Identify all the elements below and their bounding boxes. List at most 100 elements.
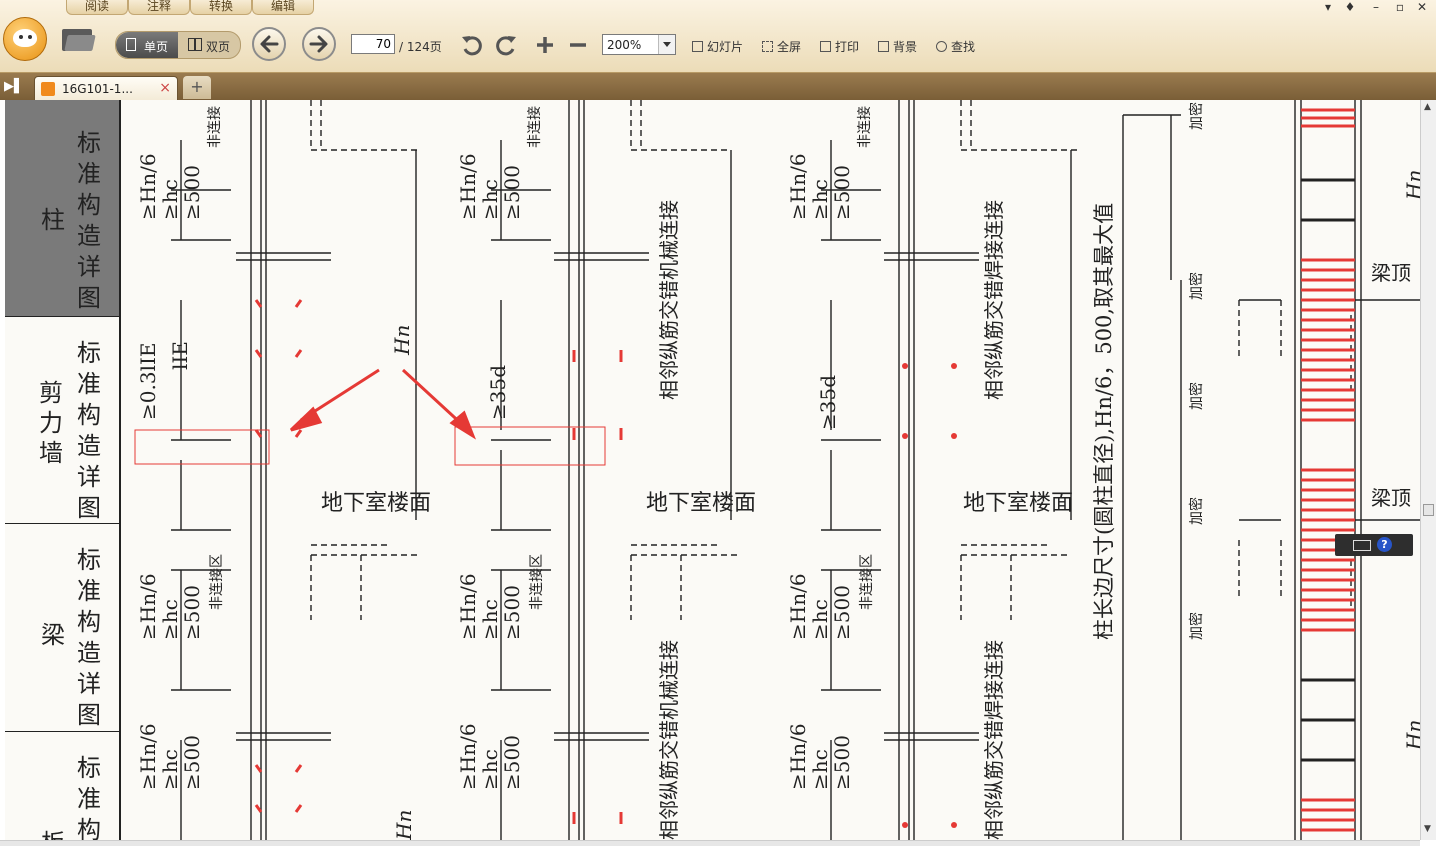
- label-hc: ≥hc: [478, 599, 502, 640]
- label-hc: ≥hc: [808, 749, 832, 790]
- find-button[interactable]: 查找: [936, 38, 975, 56]
- restore-icon[interactable]: ▫: [1390, 0, 1410, 14]
- document-tab[interactable]: 16G101-1... ×: [34, 76, 178, 101]
- technical-drawing: ≥Hn/6 ≥hc ≥500 ≥0.3lIE lIE ≥Hn/6 ≥hc ≥50…: [134, 100, 1420, 840]
- print-icon: [820, 41, 831, 52]
- minimize-icon[interactable]: –: [1366, 0, 1386, 14]
- label-non-joint-zone: 非连接区: [208, 554, 225, 610]
- index-minor-label: 标准构造详图: [77, 129, 101, 312]
- label-500: ≥500: [830, 165, 854, 220]
- print-button[interactable]: 打印: [820, 38, 859, 56]
- label-500: ≥500: [500, 735, 524, 790]
- label-beam-top: 梁顶: [1371, 261, 1411, 285]
- close-window-icon[interactable]: ✕: [1412, 0, 1432, 14]
- label-hn: Hn: [1402, 170, 1420, 201]
- rotate-right-icon[interactable]: [494, 33, 518, 57]
- menu-tab-read[interactable]: 阅读: [66, 0, 128, 15]
- index-minor-label: 标准构: [77, 754, 101, 840]
- label-non-joint-zone: 非连接区: [528, 554, 545, 610]
- label-hc: ≥hc: [808, 179, 832, 220]
- label-dense: 加密: [1188, 382, 1205, 410]
- folder-open-icon[interactable]: [60, 27, 96, 53]
- label-dense: 加密: [1188, 102, 1205, 130]
- menu-tab-annotate[interactable]: 注释: [128, 0, 190, 15]
- rotate-left-icon[interactable]: [460, 33, 484, 57]
- label-hc: ≥hc: [808, 599, 832, 640]
- single-page-button[interactable]: 单页: [116, 32, 178, 58]
- single-page-icon: [126, 38, 136, 51]
- scroll-up-icon[interactable]: ▲: [1424, 102, 1431, 112]
- keyboard-icon[interactable]: [1353, 540, 1371, 551]
- print-label: 打印: [835, 40, 860, 54]
- prev-page-button[interactable]: [252, 27, 286, 61]
- vertical-scrollbar[interactable]: ▲ ▼: [1420, 100, 1436, 840]
- label-35d: ≥35d: [816, 375, 840, 430]
- label-non-joint-zone: 非连接区: [858, 554, 875, 610]
- fullscreen-button[interactable]: 全屏: [762, 38, 801, 56]
- label-non-joint: 非连接: [206, 106, 223, 148]
- label-hc: ≥hc: [158, 749, 182, 790]
- index-cell-beam[interactable]: 梁 标准构造详图: [5, 525, 119, 732]
- slideshow-button[interactable]: 幻灯片: [692, 38, 743, 56]
- sidebar-toggle-icon[interactable]: ▶▌: [4, 79, 24, 95]
- index-cell-shear-wall[interactable]: 剪力墙 标准构造详图: [5, 318, 119, 524]
- label-mech-joint: 相邻纵筋交错机械连接: [657, 640, 681, 840]
- index-cell-slab[interactable]: 板 标准构: [5, 733, 119, 840]
- document-viewport[interactable]: 柱 标准构造详图 剪力墙 标准构造详图 梁 标准构造详图 板 标准构: [0, 100, 1420, 840]
- double-page-button[interactable]: 双页: [178, 32, 240, 58]
- menu-tab-convert[interactable]: 转换: [190, 0, 252, 15]
- new-tab-button[interactable]: +: [183, 76, 211, 99]
- main-toolbar: 阅读 注释 转换 编辑 单页 双页 / 124页 200% 幻灯片 全屏 打印: [0, 0, 1436, 73]
- document-tabbar: ▶▌ 16G101-1... × +: [0, 73, 1436, 101]
- label-basement-floor: 地下室楼面: [963, 491, 1073, 516]
- view-mode-toggle: 单页 双页: [115, 31, 241, 59]
- index-minor-label: 标准构造详图: [77, 546, 101, 729]
- label-hn: Hn: [392, 810, 416, 840]
- scroll-down-icon[interactable]: ▼: [1424, 824, 1431, 834]
- label-hn6: ≥Hn/6: [136, 723, 160, 790]
- label-hn6: ≥Hn/6: [786, 573, 810, 640]
- slideshow-label: 幻灯片: [707, 40, 744, 54]
- index-major-label: 板: [41, 823, 65, 840]
- find-label: 查找: [951, 40, 976, 54]
- document-page: 柱 标准构造详图 剪力墙 标准构造详图 梁 标准构造详图 板 标准构: [5, 100, 1420, 840]
- label-hc: ≥hc: [158, 179, 182, 220]
- app-logo-icon[interactable]: [3, 17, 47, 61]
- next-page-button[interactable]: [302, 27, 336, 61]
- background-icon: [878, 41, 889, 52]
- close-tab-icon[interactable]: ×: [159, 80, 171, 96]
- label-hc: ≥hc: [478, 179, 502, 220]
- label-hn6: ≥Hn/6: [456, 573, 480, 640]
- label-mech-joint: 相邻纵筋交错机械连接: [657, 200, 681, 400]
- label-dense: 加密: [1188, 612, 1205, 640]
- search-icon: [936, 41, 947, 52]
- index-cell-column[interactable]: 柱 标准构造详图: [5, 100, 119, 317]
- background-button[interactable]: 背景: [878, 38, 917, 56]
- label-lle: lIE: [168, 341, 192, 370]
- label-500: ≥500: [180, 585, 204, 640]
- zoom-in-icon[interactable]: [534, 33, 556, 57]
- side-index: 柱 标准构造详图 剪力墙 标准构造详图 梁 标准构造详图 板 标准构: [5, 100, 121, 840]
- label-500: ≥500: [180, 165, 204, 220]
- zoom-out-icon[interactable]: [567, 33, 589, 57]
- label-35d: ≥35d: [486, 365, 510, 420]
- background-label: 背景: [893, 40, 918, 54]
- horizontal-scrollbar[interactable]: [0, 840, 1420, 846]
- menu-tab-edit[interactable]: 编辑: [252, 0, 314, 15]
- dropdown-menu-icon[interactable]: ▾: [1318, 0, 1338, 14]
- single-page-label: 单页: [144, 40, 169, 54]
- page-number-input[interactable]: [351, 34, 395, 54]
- label-beam-top: 梁顶: [1371, 486, 1411, 510]
- arrow-left-icon: [260, 35, 279, 53]
- label-500: ≥500: [830, 735, 854, 790]
- label-basement-floor: 地下室楼面: [321, 491, 431, 516]
- zoom-select[interactable]: 200%: [602, 34, 676, 55]
- scroll-thumb[interactable]: [1423, 504, 1434, 516]
- chevron-down-icon[interactable]: [658, 35, 675, 54]
- help-icon[interactable]: ?: [1377, 537, 1392, 552]
- label-hn6: ≥Hn/6: [136, 573, 160, 640]
- skin-icon[interactable]: ♦: [1340, 0, 1360, 14]
- pdf-file-icon: [41, 82, 55, 96]
- label-hc: ≥hc: [478, 749, 502, 790]
- label-hn6: ≥Hn/6: [136, 153, 160, 220]
